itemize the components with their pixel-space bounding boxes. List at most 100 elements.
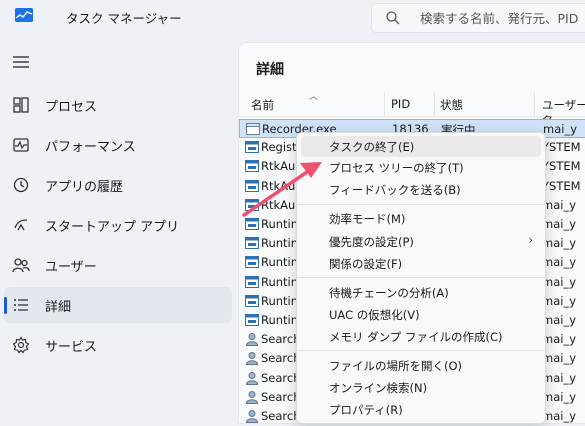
sort-ascending-icon: ︿	[309, 92, 319, 102]
app-title: タスク マネージャー	[66, 11, 182, 26]
application-icon	[245, 218, 259, 230]
user-process-icon	[245, 390, 259, 404]
table-header: ︿ 名前 PID 状態 ユーザー名	[239, 92, 585, 128]
user-process-icon	[245, 352, 259, 366]
column-header-name[interactable]: 名前	[251, 97, 274, 113]
application-icon	[245, 160, 259, 173]
process-name: Search	[261, 409, 301, 423]
process-user: mai_y	[542, 274, 577, 289]
process-name: Search	[261, 370, 301, 385]
process-user: mai_y	[542, 255, 577, 270]
process-user: mai_y	[542, 332, 577, 347]
application-icon	[246, 123, 260, 135]
menu-item-end-task[interactable]: タスクの終了(E)	[301, 136, 541, 157]
services-icon	[12, 336, 30, 354]
search-icon	[386, 11, 400, 25]
page-title: 詳細	[256, 62, 284, 78]
process-user: YSTEM	[542, 178, 581, 193]
menu-separator	[297, 277, 545, 278]
process-user: mai_y	[542, 409, 577, 423]
process-name: Runtin	[261, 255, 299, 270]
menu-item-end-process-tree[interactable]: プロセス ツリーの終了(T)	[301, 157, 541, 178]
menu-item-send-feedback[interactable]: フィードバックを送る(B)	[301, 179, 541, 200]
menu-item-uac-virtualization[interactable]: UAC の仮想化(V)	[301, 304, 541, 325]
nav-item-label: パフォーマンス	[45, 140, 136, 155]
column-divider[interactable]	[534, 92, 535, 116]
application-icon	[245, 141, 259, 154]
user-process-icon	[245, 333, 259, 347]
user-process-icon	[245, 371, 259, 385]
application-icon	[245, 198, 259, 211]
application-icon	[245, 256, 259, 269]
process-name: Runtin	[261, 217, 299, 231]
column-header-status[interactable]: 状態	[440, 97, 463, 113]
menu-item-analyze-wait-chain[interactable]: 待機チェーンの分析(A)	[301, 282, 541, 303]
application-icon	[245, 275, 259, 288]
user-process-icon	[245, 410, 259, 423]
process-name: RtkAu	[261, 197, 296, 212]
process-user: mai_y	[542, 370, 577, 385]
search-input[interactable]	[418, 8, 585, 28]
process-user: mai_y	[542, 351, 577, 366]
process-name: Regist	[261, 140, 297, 155]
process-user: YSTEM	[542, 159, 581, 174]
users-icon	[12, 258, 30, 273]
nav-item-performance[interactable]: パフォーマンス	[4, 127, 232, 163]
menu-item-properties[interactable]: プロパティ(R)	[301, 399, 541, 420]
process-name: RtkAu	[261, 159, 296, 174]
menu-item-set-affinity[interactable]: 関係の設定(F)	[301, 253, 541, 274]
process-name: Runtin	[261, 274, 299, 289]
process-user: mai_y	[542, 197, 577, 212]
details-icon	[14, 299, 28, 311]
performance-icon	[13, 138, 29, 152]
nav-item-app-history[interactable]: アプリの履歴	[4, 167, 232, 203]
column-divider[interactable]	[434, 92, 435, 116]
startup-apps-icon	[14, 219, 28, 231]
application-icon	[245, 314, 259, 326]
nav-item-processes[interactable]: プロセス	[4, 87, 232, 123]
nav-item-label: 詳細	[45, 300, 72, 315]
process-name: Runtin	[261, 313, 299, 327]
process-name: Runtin	[261, 293, 299, 308]
nav-item-startup-apps[interactable]: スタートアップ アプリ	[4, 207, 232, 243]
column-header-pid[interactable]: PID	[391, 97, 410, 111]
nav-item-label: サービス	[45, 340, 98, 355]
nav-item-label: アプリの履歴	[45, 180, 124, 195]
process-user: mai_y	[542, 236, 577, 251]
chevron-right-icon: ›	[528, 233, 533, 247]
process-name: Search	[261, 351, 301, 366]
process-user: YSTEM	[542, 140, 581, 155]
hamburger-menu-icon[interactable]	[12, 55, 30, 69]
search-box[interactable]	[371, 3, 585, 33]
menu-separator	[297, 350, 545, 351]
menu-item-open-file-location[interactable]: ファイルの場所を開く(O)	[301, 355, 541, 376]
process-user: mai_y	[543, 122, 578, 136]
process-name: Search	[261, 332, 301, 347]
application-icon	[245, 179, 259, 192]
nav-item-users[interactable]: ユーザー	[4, 247, 232, 283]
app-history-icon	[13, 177, 29, 193]
menu-item-set-priority[interactable]: 優先度の設定(P) ›	[301, 231, 541, 252]
process-user: mai_y	[542, 217, 577, 231]
menu-item-search-online[interactable]: オンライン検索(N)	[301, 377, 541, 398]
column-divider[interactable]	[384, 92, 385, 116]
processes-icon	[13, 97, 29, 113]
nav-item-label: ユーザー	[45, 260, 97, 275]
nav-item-details[interactable]: 詳細	[4, 287, 232, 323]
process-user: mai_y	[542, 313, 577, 327]
application-icon	[245, 294, 259, 307]
nav-item-label: スタートアップ アプリ	[45, 220, 180, 235]
menu-item-efficiency-mode[interactable]: 効率モード(M)	[301, 208, 541, 229]
nav-item-label: プロセス	[45, 100, 98, 115]
title-bar: タスク マネージャー	[0, 0, 585, 34]
menu-item-create-memory-dump[interactable]: メモリ ダンプ ファイルの作成(C)	[301, 326, 541, 347]
task-manager-icon	[15, 8, 33, 22]
process-name: RtkAu	[261, 178, 296, 193]
process-name: Search	[261, 389, 301, 404]
application-icon	[245, 237, 259, 250]
process-user: mai_y	[542, 389, 577, 404]
nav-item-services[interactable]: サービス	[4, 327, 232, 363]
process-name: Runtin	[261, 236, 299, 251]
context-menu: タスクの終了(E) プロセス ツリーの終了(T) フィードバックを送る(B) 効…	[296, 132, 546, 424]
menu-separator	[297, 204, 545, 205]
